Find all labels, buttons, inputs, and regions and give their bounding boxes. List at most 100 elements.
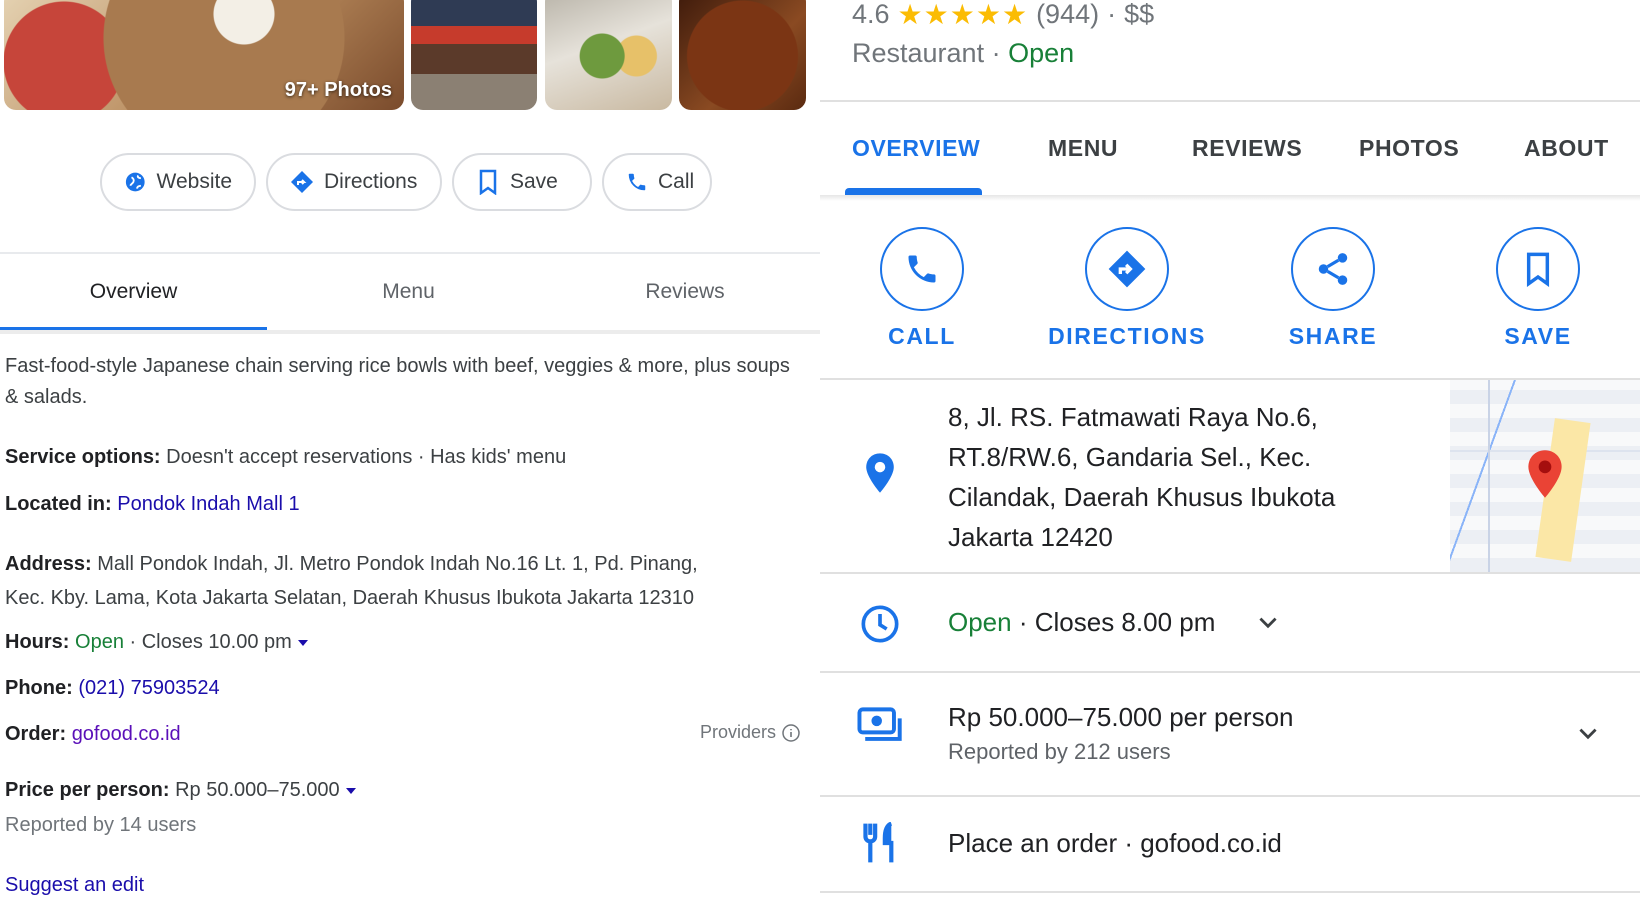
call-button[interactable]: Call [602, 153, 712, 211]
phone-row: Phone: (021) 75903524 [5, 673, 220, 704]
directions-icon [1108, 250, 1146, 288]
hours-row[interactable]: Open · Closes 8.00 pm [948, 607, 1215, 638]
order-row: Order: gofood.co.id [5, 719, 181, 750]
directions-icon [291, 171, 313, 193]
save-action[interactable]: SAVE [1438, 227, 1638, 350]
tab-photos[interactable]: PHOTOS [1359, 135, 1459, 162]
map-pin-icon [1528, 450, 1562, 498]
type-row: Restaurant · Open [852, 38, 1074, 69]
divider [820, 795, 1640, 797]
call-label: Call [658, 170, 695, 193]
address-block[interactable]: 8, Jl. RS. Fatmawati Raya No.6, RT.8/RW.… [948, 397, 1408, 557]
providers-button[interactable]: Providers [700, 722, 800, 743]
separator-dot: · [991, 38, 1009, 68]
price-label: Price per person: [5, 779, 170, 801]
address-line: Cilandak, Daerah Khusus Ibukota [948, 482, 1336, 512]
phone-icon [628, 173, 646, 191]
share-icon [1318, 253, 1348, 285]
directions-circle[interactable] [1085, 227, 1169, 311]
hours-value: · Closes 8.00 pm [1018, 607, 1216, 637]
hours-value: · Closes 10.00 pm [129, 631, 292, 653]
separator-dot: · [1107, 0, 1117, 29]
description: Fast-food-style Japanese chain serving r… [5, 355, 790, 408]
open-status: Open [948, 607, 1012, 637]
photo-thumbnail[interactable] [545, 0, 672, 110]
divider [820, 572, 1640, 574]
photo-count-label: 97+ Photos [284, 79, 392, 101]
restaurant-icon [850, 822, 910, 864]
service-options-label: Service options: [5, 446, 161, 468]
share-action[interactable]: SHARE [1233, 227, 1433, 350]
call-label: CALL [888, 323, 956, 349]
website-label: Website [156, 170, 232, 193]
divider [0, 330, 820, 334]
order-link[interactable]: gofood.co.id [72, 723, 181, 745]
located-in-row: Located in: Pondok Indah Mall 1 [5, 489, 300, 520]
tab-menu[interactable]: MENU [1048, 135, 1118, 162]
hours-label: Hours: [5, 631, 70, 653]
address-row: Address: Mall Pondok Indah, Jl. Metro Po… [5, 547, 698, 615]
price-value: Rp 50.000–75.000 [175, 779, 340, 801]
chevron-down-icon[interactable] [1572, 721, 1604, 747]
photo-main[interactable]: 97+ Photos [4, 0, 404, 110]
phone-label: Phone: [5, 677, 73, 699]
tab-reviews[interactable]: Reviews [550, 254, 820, 330]
caret-down-icon[interactable] [297, 639, 308, 646]
located-in-label: Located in: [5, 493, 112, 515]
divider [820, 891, 1640, 893]
hours-row[interactable]: Hours: Open · Closes 10.00 pm [5, 627, 308, 658]
price-row[interactable]: Price per person: Rp 50.000–75.000 [5, 775, 356, 806]
share-circle[interactable] [1291, 227, 1375, 311]
order-label: Order: [5, 723, 67, 745]
suggest-edit-link[interactable]: Suggest an edit [5, 870, 144, 901]
address-line: RT.8/RW.6, Gandaria Sel., Kec. [948, 442, 1312, 472]
located-in-link[interactable]: Pondok Indah Mall 1 [117, 493, 299, 515]
address-line: 8, Jl. RS. Fatmawati Raya No.6, [948, 402, 1318, 432]
info-icon [782, 723, 800, 742]
tab-about[interactable]: ABOUT [1524, 135, 1609, 162]
address-label: Address: [5, 553, 92, 575]
tab-reviews[interactable]: REVIEWS [1192, 135, 1302, 162]
order-link[interactable]: Place an order · gofood.co.id [948, 828, 1282, 859]
service-options-value: Doesn't accept reservations · Has kids' … [166, 446, 567, 468]
service-options-row: Service options: Doesn't accept reservat… [5, 442, 566, 473]
bookmark-icon [1526, 252, 1550, 287]
directions-label: DIRECTIONS [1048, 323, 1206, 349]
price-value: Rp 50.000–75.000 per person [948, 702, 1294, 732]
call-circle[interactable] [880, 227, 964, 311]
price-level: $$ [1124, 0, 1155, 29]
star-rating-icon: ★★★★★ [897, 0, 1029, 30]
photo-thumbnail[interactable] [411, 0, 537, 110]
open-status: Open [1008, 38, 1075, 68]
phone-link[interactable]: (021) 75903524 [78, 677, 219, 699]
money-icon [850, 706, 910, 744]
map-thumbnail[interactable] [1450, 380, 1640, 572]
website-button[interactable]: Website [100, 153, 256, 211]
chevron-down-icon[interactable] [1252, 610, 1284, 636]
rating-value: 4.6 [852, 0, 890, 29]
caret-down-icon[interactable] [345, 787, 356, 794]
photo-thumbnail[interactable] [679, 0, 806, 110]
phone-icon [908, 255, 936, 283]
directions-action[interactable]: DIRECTIONS [1027, 227, 1227, 350]
price-reported: Reported by 14 users [5, 814, 197, 836]
tab-overview[interactable]: Overview [0, 254, 267, 330]
rating-row: 4.6 ★★★★★ (944) · $$ [852, 0, 1154, 31]
tab-overview[interactable]: OVERVIEW [852, 135, 980, 162]
save-button[interactable]: Save [452, 153, 592, 211]
review-count[interactable]: (944) [1036, 0, 1099, 30]
directions-button[interactable]: Directions [266, 153, 442, 211]
directions-label: Directions [324, 170, 418, 193]
price-row[interactable]: Rp 50.000–75.000 per person Reported by … [948, 702, 1294, 765]
save-label: SAVE [1504, 323, 1572, 349]
tab-bar: OVERVIEW MENU REVIEWS PHOTOS ABOUT [820, 100, 1640, 196]
save-label: Save [510, 170, 558, 193]
right-panel: 4.6 ★★★★★ (944) · $$ Restaurant · Open O… [820, 0, 1640, 924]
call-action[interactable]: CALL [822, 227, 1022, 350]
divider [820, 195, 1640, 201]
globe-icon [125, 172, 145, 192]
save-circle[interactable] [1496, 227, 1580, 311]
tab-menu[interactable]: Menu [267, 254, 550, 330]
active-tab-indicator [845, 188, 982, 195]
share-label: SHARE [1288, 323, 1378, 349]
